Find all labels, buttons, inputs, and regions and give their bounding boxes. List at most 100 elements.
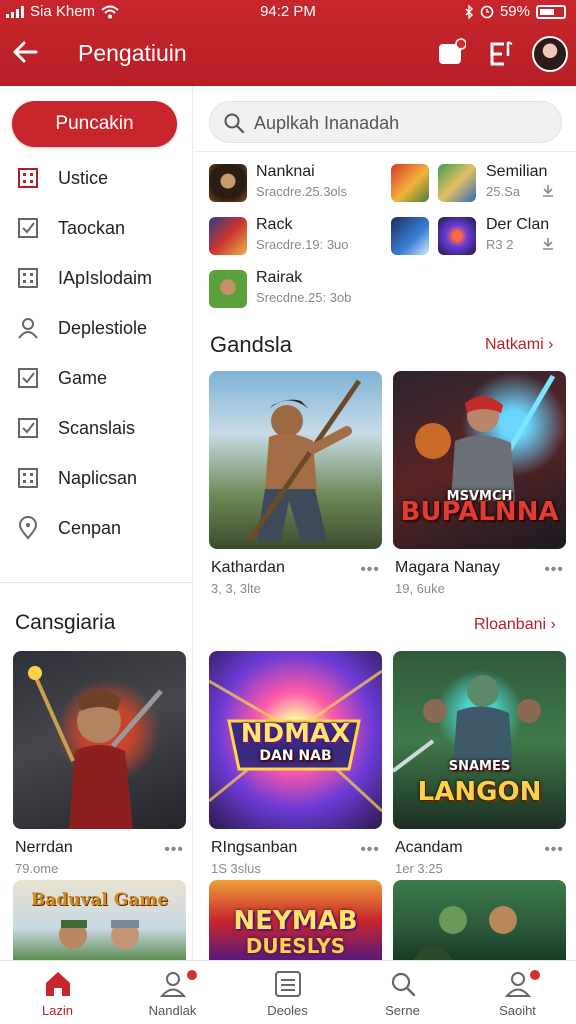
more-icon[interactable]: ••• xyxy=(544,841,564,859)
game-title: Acandam xyxy=(395,839,463,856)
app-meta: 25.Sa xyxy=(486,184,520,199)
section-title: Cansgiaria xyxy=(15,611,116,634)
more-icon[interactable]: ••• xyxy=(360,561,380,579)
game-card[interactable] xyxy=(393,880,566,960)
game-title: RIngsanban xyxy=(211,839,298,856)
bottom-navigation: Lazin Nandlak Deoles Serne Saoiht xyxy=(0,960,576,1024)
back-arrow-icon[interactable] xyxy=(10,36,42,68)
app-list-item[interactable]: Der Clan R3 2 xyxy=(391,213,561,259)
app-icon xyxy=(391,217,429,255)
tab-profile[interactable]: Saoiht xyxy=(460,961,575,1024)
divider xyxy=(194,151,576,152)
tab-nandlak[interactable]: Nandlak xyxy=(115,961,230,1024)
app-list-item[interactable]: Nanknai Sracdre.25.3ols xyxy=(209,160,379,206)
game-thumbnail: MSVMCH BUPALNNA xyxy=(393,371,566,549)
game-card[interactable]: Baduval Game xyxy=(13,880,186,960)
tab-label: Nandlak xyxy=(148,1003,197,1018)
download-icon[interactable] xyxy=(541,237,555,251)
battery-icon xyxy=(536,4,566,19)
game-card[interactable]: SNAMES LANGON Acandam 1er 3:25 ••• xyxy=(393,651,566,876)
sidebar-item-taockan[interactable]: Taockan xyxy=(0,208,193,248)
app-meta: Srecdne.25: 3ob xyxy=(256,290,352,305)
sidebar-item-label: IApIslodaim xyxy=(58,268,153,288)
person-icon xyxy=(159,972,187,997)
sidebar-item-deplestiole[interactable]: Deplestiole xyxy=(0,308,193,348)
tab-label: Saoiht xyxy=(499,1003,536,1018)
search-input[interactable]: Auplkah Inanadah xyxy=(209,101,562,143)
tab-home[interactable]: Lazin xyxy=(0,961,115,1024)
checkbox-icon xyxy=(18,418,38,438)
game-meta: 1er 3:25 xyxy=(395,861,443,876)
sidebar-item-label: Scanslais xyxy=(58,418,136,438)
sidebar: Puncakin Ustice Taockan IApIslodaim Depl… xyxy=(0,86,193,960)
sidebar-item-scanslais[interactable]: Scanslais xyxy=(0,408,193,448)
sidebar-item-iapislodaim[interactable]: IApIslodaim xyxy=(0,258,193,298)
chevron-right-icon: › xyxy=(548,336,554,353)
search-icon xyxy=(224,113,245,134)
sidebar-item-label: Ustice xyxy=(58,168,109,188)
checkbox-icon xyxy=(18,218,38,238)
sidebar-item-label: Cenpan xyxy=(58,518,122,538)
game-meta: 1S 3slus xyxy=(211,861,261,876)
sidebar-item-label: Taockan xyxy=(58,218,126,238)
notification-icon[interactable] xyxy=(436,38,466,68)
tab-label: Lazin xyxy=(41,1003,74,1018)
grid-icon xyxy=(275,971,301,997)
game-card[interactable]: NDMAX DAN NAB RIngsanban 1S 3slus ••• xyxy=(209,651,382,876)
tab-label: Deoles xyxy=(267,1003,308,1018)
game-logo: NDMAX xyxy=(240,719,351,749)
tab-search[interactable]: Serne xyxy=(345,961,460,1024)
sidebar-item-naplicsan[interactable]: Naplicsan xyxy=(0,458,193,498)
tab-label: Serne xyxy=(385,1003,420,1018)
main-content: Auplkah Inanadah Nanknai Sracdre.25.3ols… xyxy=(194,86,576,960)
app-icon xyxy=(438,217,476,255)
app-list-item[interactable]: Semilian 25.Sa xyxy=(391,160,561,206)
avatar[interactable] xyxy=(532,36,568,72)
alarm-icon xyxy=(480,5,494,18)
app-icon xyxy=(209,217,247,255)
game-meta: 3, 3, 3lte xyxy=(211,581,261,596)
more-icon[interactable]: ••• xyxy=(544,561,564,579)
see-more-label: Rloanbani xyxy=(474,616,547,633)
game-title: Kathardan xyxy=(211,559,285,576)
game-thumbnail xyxy=(13,651,186,829)
search-placeholder: Auplkah Inanadah xyxy=(254,113,400,133)
game-card[interactable]: MSVMCH BUPALNNA Magara Nanay 19, 6uke ••… xyxy=(393,371,566,596)
battery-label: 59% xyxy=(499,3,530,20)
game-logo-sub: DUESLYS xyxy=(245,934,346,958)
section-title: Gandsla xyxy=(210,332,292,357)
app-list-item[interactable]: Rack Sracdre.19: 3uo xyxy=(209,213,379,259)
game-thumbnail: NEYMAB DUESLYS xyxy=(209,880,382,960)
divider xyxy=(0,582,193,583)
game-card[interactable]: NEYMAB DUESLYS xyxy=(209,880,382,960)
game-meta: 19, 6uke xyxy=(395,581,445,596)
tab-deoles[interactable]: Deoles xyxy=(230,961,345,1024)
bluetooth-icon xyxy=(465,4,473,19)
sidebar-item-label: Game xyxy=(58,368,108,388)
sidebar-item-ustice[interactable]: Ustice xyxy=(0,158,193,198)
page-title: Pengatiuin xyxy=(78,40,187,66)
app-name: Der Clan xyxy=(486,216,550,233)
game-logo: LANGON xyxy=(417,777,542,807)
more-icon[interactable]: ••• xyxy=(360,841,380,859)
download-icon[interactable] xyxy=(541,184,555,198)
game-title: Magara Nanay xyxy=(395,559,500,576)
game-thumbnail: Baduval Game xyxy=(13,880,186,960)
see-more-link[interactable]: Natkami › xyxy=(485,336,553,354)
app-meta: R3 2 xyxy=(486,237,514,252)
game-thumbnail: SNAMES LANGON xyxy=(393,651,566,829)
app-list-item[interactable]: Rairak Srecdne.25: 3ob xyxy=(209,266,379,312)
more-icon[interactable]: ••• xyxy=(164,841,184,859)
primary-button[interactable]: Puncakin xyxy=(12,101,177,147)
see-more-link[interactable]: Rloanbani › xyxy=(474,616,556,634)
filter-icon[interactable] xyxy=(486,38,516,68)
game-logo: NEYMAB xyxy=(233,906,358,936)
sidebar-item-cenpan[interactable]: Cenpan xyxy=(0,508,193,548)
app-icon xyxy=(438,164,476,202)
game-card[interactable]: Kathardan 3, 3, 3lte ••• xyxy=(209,371,382,596)
notification-badge xyxy=(529,969,541,981)
grid-icon xyxy=(18,168,38,188)
app-bar: Sia Khem 94:2 PM 59% Pengatiuin xyxy=(0,0,576,86)
game-card[interactable]: Nerrdan 79.ome ••• xyxy=(13,651,186,876)
sidebar-item-game[interactable]: Game xyxy=(0,358,193,398)
